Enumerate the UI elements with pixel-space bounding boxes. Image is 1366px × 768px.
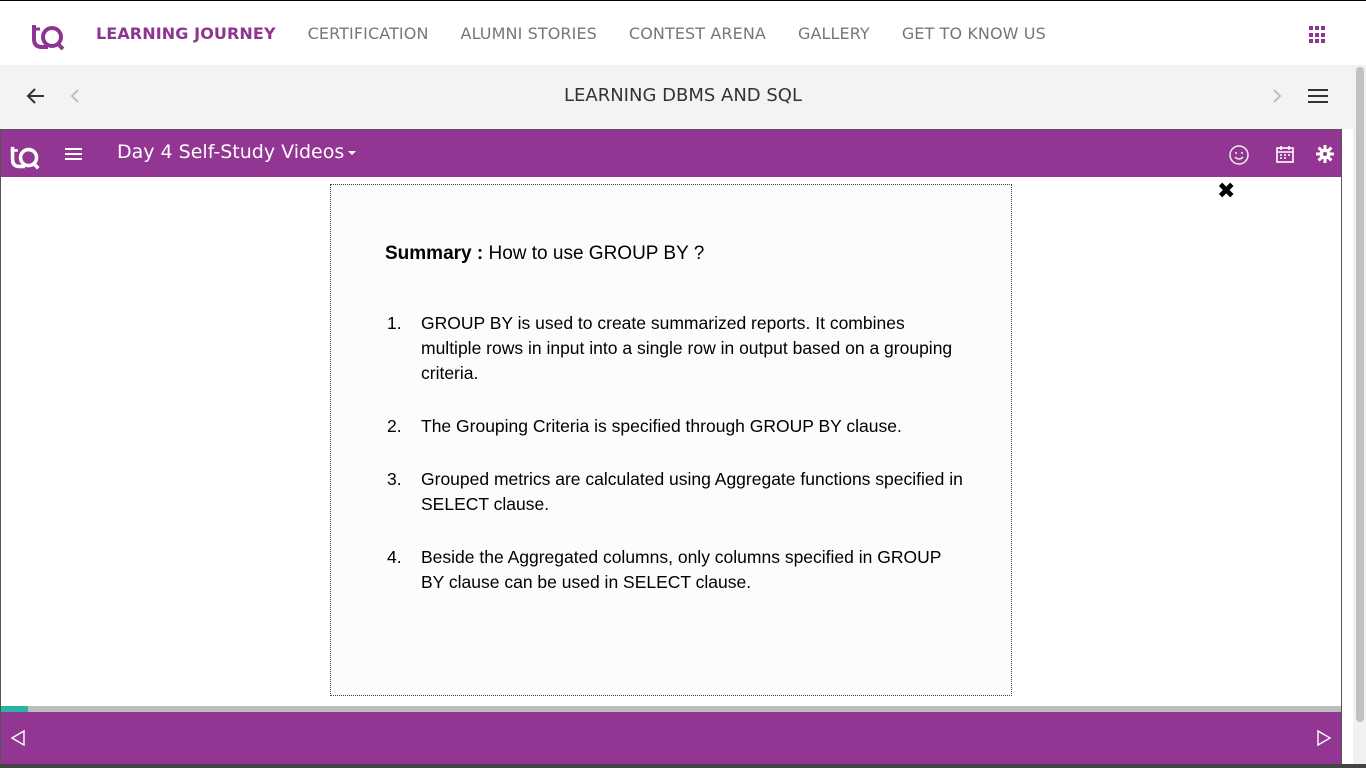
brand-logo[interactable] [30,15,66,51]
caret-down-icon [348,150,357,155]
nav-gallery[interactable]: GALLERY [782,24,886,43]
list-item: 4. Beside the Aggregated columns, only co… [385,545,965,595]
apps-grid-icon[interactable] [1309,26,1327,44]
slide-heading: Summary : How to use GROUP BY ? [385,243,704,265]
list-item: 1. GROUP BY is used to create summarized … [385,311,965,386]
module-title: Day 4 Self-Study Videos [117,141,345,163]
player-header: Day 4 Self-Study Videos [1,130,1341,177]
list-item: 3. Grouped metrics are calculated using A… [385,467,965,517]
list-item-text: Grouped metrics are calculated using Agg… [421,469,963,514]
player-logo [10,146,40,170]
module-dropdown[interactable]: Day 4 Self-Study Videos [117,141,357,163]
chevron-right-icon[interactable] [1270,86,1284,106]
top-navbar: LEARNING JOURNEY CERTIFICATION ALUMNI ST… [0,0,1366,65]
gear-icon[interactable] [1315,144,1335,164]
list-item-number: 2. [387,416,402,436]
list-item-number: 3. [387,469,402,489]
nav-get-to-know-us[interactable]: GET TO KNOW US [886,24,1062,43]
player-menu-icon[interactable] [65,147,82,161]
list-item-text: Beside the Aggregated columns, only colu… [421,547,942,592]
smiley-icon[interactable] [1228,144,1250,166]
calendar-icon[interactable] [1275,144,1295,164]
summary-list: 1. GROUP BY is used to create summarized … [385,311,965,623]
course-player: Day 4 Self-Study Videos ✖ Summary : How … [0,129,1342,768]
close-icon[interactable]: ✖ [1217,181,1235,203]
scrollbar-thumb[interactable] [1356,67,1364,722]
window-bottom-edge [0,764,1366,768]
back-arrow-icon[interactable] [26,86,46,106]
list-item: 2. The Grouping Criteria is specified thr… [385,414,965,439]
list-item-number: 1. [387,313,402,333]
nav-contest-arena[interactable]: CONTEST ARENA [613,24,782,43]
nav-certification[interactable]: CERTIFICATION [292,24,445,43]
list-item-number: 4. [387,547,402,567]
chevron-left-icon[interactable] [68,86,82,106]
summary-slide: Summary : How to use GROUP BY ? 1. GROUP … [330,184,1012,696]
next-slide-button[interactable] [1316,729,1332,747]
list-item-text: GROUP BY is used to create summarized re… [421,313,953,383]
slide-heading-text: How to use GROUP BY ? [483,243,705,264]
player-footer [1,712,1341,767]
page-scrollbar[interactable] [1353,65,1366,768]
nav-links: LEARNING JOURNEY CERTIFICATION ALUMNI ST… [80,1,1062,66]
list-item-text: The Grouping Criteria is specified throu… [421,416,902,436]
nav-alumni-stories[interactable]: ALUMNI STORIES [445,24,613,43]
course-header: LEARNING DBMS AND SQL [0,65,1366,129]
course-title: LEARNING DBMS AND SQL [564,85,802,106]
nav-learning-journey[interactable]: LEARNING JOURNEY [80,24,292,43]
menu-icon[interactable] [1308,88,1328,104]
previous-slide-button[interactable] [10,729,26,747]
slide-heading-label: Summary : [385,243,484,264]
